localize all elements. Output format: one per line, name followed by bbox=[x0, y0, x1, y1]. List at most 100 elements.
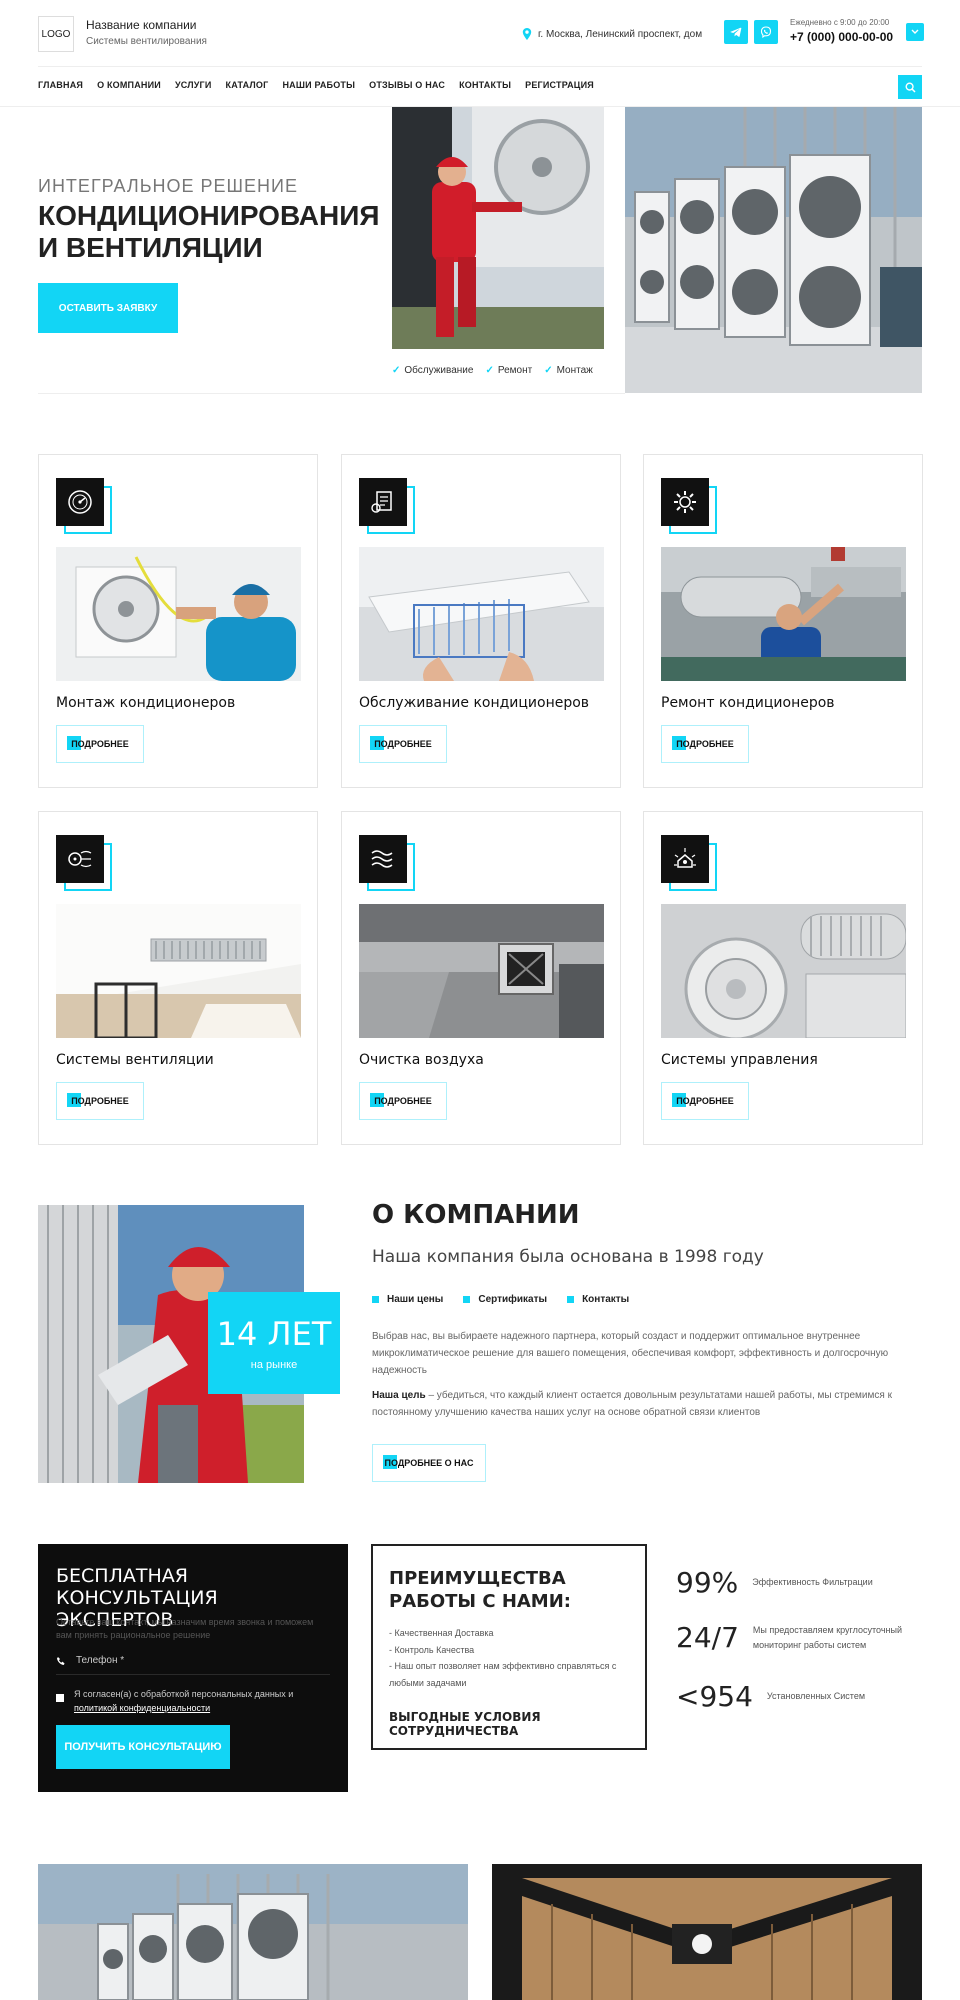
service-card[interactable]: Системы вентиляции ПОДРОБНЕЕ bbox=[38, 811, 318, 1145]
chevron-down-icon bbox=[911, 29, 919, 34]
nav-item-works[interactable]: НАШИ РАБОТЫ bbox=[282, 80, 355, 90]
service-card[interactable]: Очистка воздуха ПОДРОБНЕЕ bbox=[341, 811, 621, 1145]
service-card[interactable]: Обслуживание кондиционеров ПОДРОБНЕЕ bbox=[341, 454, 621, 788]
service-card[interactable]: Монтаж кондиционеров ПОДРОБНЕЕ bbox=[38, 454, 318, 788]
phone-dropdown-button[interactable] bbox=[906, 23, 924, 41]
about-goal-paragraph: Наша цель – убедиться, что каждый клиент… bbox=[372, 1387, 917, 1421]
bullet-icon bbox=[463, 1295, 471, 1303]
consultation-form: БЕСПЛАТНАЯ КОНСУЛЬТАЦИЯ ЭКСПЕРТОВ Оставь… bbox=[38, 1544, 348, 1792]
details-button[interactable]: ПОДРОБНЕЕ bbox=[661, 725, 749, 763]
about-link-contacts[interactable]: Контакты bbox=[567, 1294, 629, 1305]
about-title: О КОМПАНИИ bbox=[372, 1200, 580, 1230]
about-link-certificates[interactable]: Сертификаты bbox=[463, 1294, 547, 1305]
stat-item: 24/7 Мы предоставляем круглосуточный мон… bbox=[676, 1621, 939, 1654]
nav-item-reviews[interactable]: ОТЗЫВЫ О НАС bbox=[369, 80, 445, 90]
nav-item-services[interactable]: УСЛУГИ bbox=[175, 80, 212, 90]
search-icon bbox=[904, 81, 916, 93]
smart-home-icon bbox=[661, 835, 709, 883]
logo[interactable]: LOGO bbox=[38, 16, 74, 52]
check-icon: ✓ bbox=[485, 365, 494, 376]
main-nav: ГЛАВНАЯ О КОМПАНИИ УСЛУГИ КАТАЛОГ НАШИ Р… bbox=[38, 80, 594, 90]
details-label: ПОДРОБНЕЕ bbox=[374, 739, 432, 749]
stat-item: 99% Эффективность Фильтрации bbox=[676, 1566, 912, 1599]
nav-item-catalog[interactable]: КАТАЛОГ bbox=[226, 80, 269, 90]
phone-placeholder: Телефон * bbox=[76, 1655, 125, 1666]
advantage-item: - Наш опыт позволяет нам эффективно спра… bbox=[389, 1661, 617, 1688]
nav-item-about[interactable]: О КОМПАНИИ bbox=[97, 80, 161, 90]
service-photo bbox=[359, 904, 604, 1038]
bullet-icon bbox=[567, 1295, 575, 1303]
service-card[interactable]: Системы управления ПОДРОБНЕЕ bbox=[643, 811, 923, 1145]
details-button[interactable]: ПОДРОБНЕЕ bbox=[56, 725, 144, 763]
airflow-fan-icon bbox=[56, 835, 104, 883]
service-title: Очистка воздуха bbox=[359, 1052, 484, 1068]
header-divider bbox=[38, 66, 922, 67]
details-button[interactable]: ПОДРОБНЕЕ bbox=[359, 1082, 447, 1120]
consent-checkbox[interactable] bbox=[56, 1694, 64, 1702]
gauge-icon bbox=[56, 478, 104, 526]
goal-text: – убедиться, что каждый клиент остается … bbox=[372, 1390, 892, 1418]
company-tagline: Системы вентилирования bbox=[86, 36, 207, 47]
address: г. Москва, Ленинский проспект, дом bbox=[522, 28, 702, 40]
consent-text: Я согласен(а) с обработкой персональных … bbox=[74, 1689, 294, 1699]
working-hours: Ежедневно с 9:00 до 20:00 bbox=[790, 18, 890, 27]
hero-divider bbox=[38, 393, 625, 394]
service-title: Ремонт кондиционеров bbox=[661, 695, 835, 711]
search-button[interactable] bbox=[898, 75, 922, 99]
header-phone[interactable]: +7 (000) 000-00-00 bbox=[790, 30, 893, 44]
details-label: ПОДРОБНЕЕ bbox=[71, 739, 129, 749]
service-title: Монтаж кондиционеров bbox=[56, 695, 236, 711]
service-photo bbox=[661, 547, 906, 681]
phone-field[interactable]: Телефон * bbox=[56, 1647, 330, 1675]
check-icon: ✓ bbox=[392, 365, 401, 376]
stat-value: 99% bbox=[676, 1566, 739, 1599]
stat-item: <954 Установленных Систем bbox=[676, 1680, 927, 1713]
nav-item-home[interactable]: ГЛАВНАЯ bbox=[38, 80, 83, 90]
hero-tag: ✓ Монтаж bbox=[544, 365, 593, 376]
telegram-button[interactable] bbox=[724, 20, 748, 44]
details-button[interactable]: ПОДРОБНЕЕ bbox=[359, 725, 447, 763]
gallery-photo-ceiling bbox=[492, 1864, 922, 2000]
service-photo bbox=[359, 547, 604, 681]
get-consultation-button[interactable]: ПОЛУЧИТЬ КОНСУЛЬТАЦИЮ bbox=[56, 1725, 230, 1769]
company-name: Название компании bbox=[86, 18, 197, 32]
viber-button[interactable] bbox=[754, 20, 778, 44]
viber-icon bbox=[760, 26, 772, 38]
details-button[interactable]: ПОДРОБНЕЕ bbox=[56, 1082, 144, 1120]
hero-outdoor-units-photo bbox=[625, 107, 922, 393]
service-title: Системы вентиляции bbox=[56, 1052, 214, 1068]
gear-icon bbox=[661, 478, 709, 526]
service-photo bbox=[56, 904, 301, 1038]
service-photo bbox=[661, 904, 906, 1038]
map-pin-icon bbox=[522, 28, 532, 40]
stat-label: Установленных Систем bbox=[766, 1691, 866, 1702]
nav-item-contacts[interactable]: КОНТАКТЫ bbox=[459, 80, 511, 90]
privacy-policy-link[interactable]: политикой конфиденциальности bbox=[74, 1703, 210, 1713]
leave-request-button[interactable]: ОСТАВИТЬ ЗАЯВКУ bbox=[38, 283, 178, 333]
goal-label: Наша цель bbox=[372, 1390, 426, 1401]
bullet-icon bbox=[372, 1295, 379, 1303]
service-card[interactable]: Ремонт кондиционеров ПОДРОБНЕЕ bbox=[643, 454, 923, 788]
about-links: Наши цены Сертификаты Контакты bbox=[372, 1294, 629, 1305]
nav-item-registration[interactable]: РЕГИСТРАЦИЯ bbox=[525, 80, 594, 90]
telegram-icon bbox=[730, 27, 742, 37]
consent-checkbox-row[interactable]: Я согласен(а) с обработкой персональных … bbox=[56, 1688, 326, 1715]
advantages-list: - Качественная Доставка - Контроль Качес… bbox=[389, 1625, 629, 1692]
advantage-item: - Качественная Доставка bbox=[389, 1628, 494, 1638]
advantages-title: ПРЕИМУЩЕСТВА РАБОТЫ С НАМИ: bbox=[389, 1568, 571, 1612]
hero-tags: ✓ Обслуживание ✓ Ремонт ✓ Монтаж bbox=[392, 365, 593, 376]
details-label: ПОДРОБНЕЕ bbox=[676, 1096, 734, 1106]
about-link-prices[interactable]: Наши цены bbox=[372, 1294, 443, 1305]
waves-icon bbox=[359, 835, 407, 883]
more-about-button[interactable]: ПОДРОБНЕЕ О НАС bbox=[372, 1444, 486, 1482]
details-button[interactable]: ПОДРОБНЕЕ bbox=[661, 1082, 749, 1120]
advantages-box: ПРЕИМУЩЕСТВА РАБОТЫ С НАМИ: - Качественн… bbox=[371, 1544, 647, 1750]
address-text: г. Москва, Ленинский проспект, дом bbox=[538, 28, 703, 40]
hero-tag: ✓ Ремонт bbox=[485, 365, 533, 376]
stat-label: Эффективность Фильтрации bbox=[752, 1577, 873, 1588]
stat-value: <954 bbox=[676, 1680, 753, 1713]
consultation-subtitle: Оставьте ваш контакт, мы назначим время … bbox=[56, 1617, 314, 1640]
years-badge: 14 ЛЕТ на рынке bbox=[208, 1292, 340, 1394]
hero-technician-photo bbox=[392, 107, 604, 349]
document-icon bbox=[359, 478, 407, 526]
